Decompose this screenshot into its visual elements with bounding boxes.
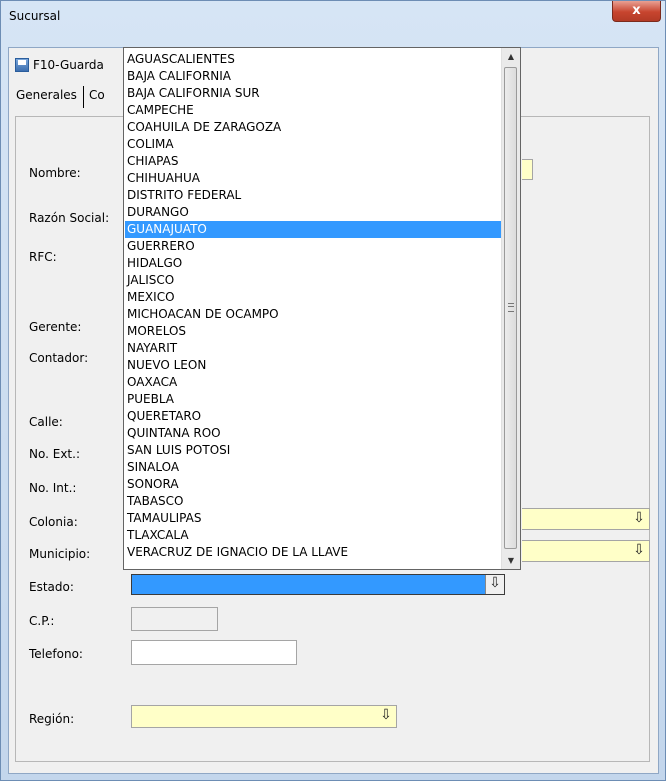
estado-option[interactable]: HIDALGO	[125, 255, 501, 272]
region-dropdown[interactable]: ⇩	[131, 705, 397, 728]
estado-option[interactable]: OAXACA	[125, 374, 501, 391]
dropdown-arrow-icon[interactable]: ⇩	[485, 575, 504, 594]
estado-option[interactable]: BAJA CALIFORNIA SUR	[125, 85, 501, 102]
estado-option[interactable]: NAYARIT	[125, 340, 501, 357]
estado-option[interactable]: MEXICO	[125, 289, 501, 306]
scroll-thumb[interactable]	[504, 67, 517, 549]
estado-option[interactable]: MORELOS	[125, 323, 501, 340]
estado-dropdown[interactable]: ⇩	[131, 574, 505, 595]
estado-option[interactable]: CAMPECHE	[125, 102, 501, 119]
scroll-up-icon[interactable]: ▲	[502, 48, 520, 65]
contador-label: Contador:	[29, 351, 89, 365]
telefono-field[interactable]	[131, 640, 297, 665]
grip-icon	[508, 303, 514, 312]
estado-option[interactable]: COAHUILA DE ZARAGOZA	[125, 119, 501, 136]
estado-option[interactable]: GUERRERO	[125, 238, 501, 255]
estado-option[interactable]: NUEVO LEON	[125, 357, 501, 374]
calle-label: Calle:	[29, 415, 63, 429]
estado-option[interactable]: PUEBLA	[125, 391, 501, 408]
rfc-label: RFC:	[29, 250, 57, 264]
region-label: Región:	[29, 712, 75, 726]
estado-option[interactable]: QUERETARO	[125, 408, 501, 425]
estado-option[interactable]: TABASCO	[125, 493, 501, 510]
options-container: AGUASCALIENTES BAJA CALIFORNIA BAJA CALIFO…	[125, 51, 501, 561]
close-button[interactable]: x	[612, 1, 661, 22]
estado-option[interactable]: JALISCO	[125, 272, 501, 289]
vertical-scrollbar[interactable]: ▲ ▼	[501, 48, 520, 569]
sucursal-window: Sucursal x F10-Guarda Generales Co Nombr…	[0, 0, 666, 781]
estado-option[interactable]: SAN LUIS POTOSI	[125, 442, 501, 459]
estado-option[interactable]: MICHOACAN DE OCAMPO	[125, 306, 501, 323]
estado-option[interactable]: SONORA	[125, 476, 501, 493]
cp-label: C.P.:	[29, 614, 55, 628]
estado-option[interactable]: CHIAPAS	[125, 153, 501, 170]
dropdown-arrow-icon[interactable]: ⇩	[630, 510, 648, 528]
telefono-label: Telefono:	[29, 647, 83, 661]
gerente-label: Gerente:	[29, 320, 82, 334]
colonia-label: Colonia:	[29, 515, 78, 529]
estado-option[interactable]: TLAXCALA	[125, 527, 501, 544]
estado-option[interactable]: QUINTANA ROO	[125, 425, 501, 442]
razon-social-label: Razón Social:	[29, 211, 110, 225]
tab-co[interactable]: Co	[86, 86, 111, 108]
title-bar[interactable]: Sucursal x	[1, 1, 665, 31]
estado-option[interactable]: BAJA CALIFORNIA	[125, 68, 501, 85]
nombre-label: Nombre:	[29, 166, 81, 180]
estado-option[interactable]: CHIHUAHUA	[125, 170, 501, 187]
estado-option[interactable]: DURANGO	[125, 204, 501, 221]
estado-option[interactable]: COLIMA	[125, 136, 501, 153]
estado-option[interactable]: TAMAULIPAS	[125, 510, 501, 527]
no-ext-label: No. Ext.:	[29, 447, 80, 461]
save-button-label: F10-Guarda	[33, 58, 104, 72]
scroll-down-icon[interactable]: ▼	[502, 552, 520, 569]
tab-strip: Generales Co	[13, 86, 113, 108]
estado-option[interactable]: SINALOA	[125, 459, 501, 476]
municipio-dropdown[interactable]: ⇩	[522, 540, 650, 562]
tab-generales[interactable]: Generales	[13, 86, 84, 108]
nombre-field[interactable]	[522, 159, 533, 180]
floppy-disk-icon	[15, 58, 29, 72]
estado-option[interactable]: DISTRITO FEDERAL	[125, 187, 501, 204]
estado-option[interactable]: AGUASCALIENTES	[125, 51, 501, 68]
municipio-label: Municipio:	[29, 547, 91, 561]
estado-option[interactable]: GUANAJUATO	[125, 221, 501, 238]
colonia-dropdown[interactable]: ⇩	[522, 508, 650, 530]
no-int-label: No. Int.:	[29, 481, 77, 495]
estado-label: Estado:	[29, 580, 74, 594]
save-button[interactable]: F10-Guarda	[15, 54, 104, 76]
cp-field[interactable]	[131, 607, 218, 631]
dropdown-arrow-icon[interactable]: ⇩	[630, 542, 648, 560]
estado-options-list[interactable]: AGUASCALIENTES BAJA CALIFORNIA BAJA CALIFO…	[123, 47, 521, 570]
dropdown-arrow-icon[interactable]: ⇩	[377, 707, 395, 725]
estado-option[interactable]: VERACRUZ DE IGNACIO DE LA LLAVE	[125, 544, 501, 561]
window-title: Sucursal	[9, 9, 61, 23]
